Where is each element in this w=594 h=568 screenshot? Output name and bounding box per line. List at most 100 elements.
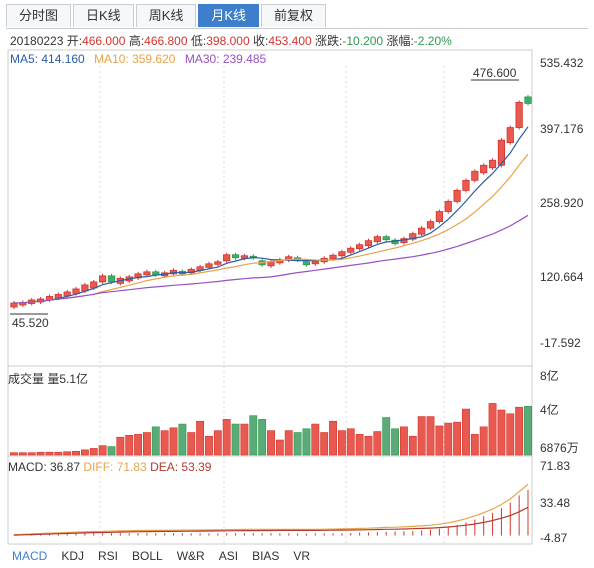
- price-tick-label: -17.592: [540, 336, 581, 350]
- candle-up: [373, 236, 381, 243]
- volume-bar-up: [116, 436, 125, 456]
- volume-bar-up: [80, 449, 89, 456]
- candle-up: [480, 164, 488, 174]
- volume-bar-up: [89, 448, 98, 456]
- macd-panel: [13, 483, 529, 536]
- macd-legend: MACD: 36.87 DIFF: 71.83 DEA: 53.39: [8, 460, 211, 474]
- volume-bar-up: [426, 416, 435, 456]
- volume-bar-up: [320, 432, 329, 456]
- candle-up: [329, 254, 337, 260]
- volume-bar-up: [267, 430, 275, 456]
- price-tick-label: 535.432: [540, 56, 584, 70]
- volume-bar-up: [329, 420, 337, 456]
- candle-up: [435, 211, 443, 222]
- volume-bar-up: [18, 452, 27, 456]
- candle-up: [223, 254, 231, 262]
- volume-bar-up: [187, 432, 196, 456]
- volume-bar-up: [284, 430, 293, 456]
- volume-bar-up: [515, 406, 524, 456]
- volume-bar-up: [470, 434, 479, 456]
- volume-bar-up: [196, 420, 205, 456]
- candle-up: [240, 255, 249, 259]
- indicator-tabs: MACD KDJ RSI BOLL W&R ASI BIAS VR: [12, 549, 324, 563]
- volume-bar-down: [258, 419, 267, 456]
- volume-tick-label: 8亿: [540, 368, 559, 383]
- volume-bar-up: [399, 426, 408, 456]
- volume-label: 成交量 量5.1亿: [8, 372, 89, 386]
- dea-line: [13, 506, 529, 536]
- candle-up: [143, 271, 151, 276]
- volume-bar-up: [435, 425, 444, 456]
- volume-bar-up: [337, 430, 346, 456]
- indicator-tab-boll[interactable]: BOLL: [132, 549, 163, 563]
- volume-bar-up: [72, 450, 80, 456]
- volume-bar-up: [213, 430, 222, 456]
- candle-up: [506, 127, 514, 144]
- price-tick-label: 397.176: [540, 122, 584, 136]
- indicator-tab-macd[interactable]: MACD: [12, 549, 47, 563]
- volume-bar-down: [231, 423, 240, 456]
- candle-up: [515, 102, 523, 128]
- volume-bar-up: [275, 439, 284, 456]
- candle-up: [205, 263, 213, 268]
- indicator-tab-bias[interactable]: BIAS: [252, 549, 279, 563]
- macd-tick-label: 33.48: [540, 496, 570, 510]
- volume-bar-down: [151, 426, 160, 456]
- volume-bar-up: [497, 409, 506, 456]
- volume-bar-up: [462, 408, 470, 456]
- candle-up: [214, 261, 222, 265]
- volume-bar-up: [444, 422, 453, 456]
- volume-bar-down: [391, 428, 399, 456]
- volume-bar-down: [107, 446, 116, 456]
- indicator-tab-vr[interactable]: VR: [293, 549, 310, 563]
- volume-bar-up: [506, 413, 515, 456]
- volume-bar-down: [302, 428, 311, 456]
- candle-up: [356, 244, 364, 250]
- volume-bar-up: [134, 434, 142, 456]
- volume-bar-up: [408, 435, 417, 456]
- volume-bar-up: [205, 435, 213, 456]
- ma10-line: [13, 153, 529, 304]
- volume-bar-down: [293, 432, 302, 456]
- volume-bar-up: [479, 426, 488, 456]
- volume-bar-up: [36, 451, 45, 456]
- volume-bar-up: [160, 430, 169, 456]
- candle-up: [72, 288, 80, 294]
- volume-bar-up: [169, 427, 178, 456]
- kline-chart: 476.600 45.520 535.432 397.176 258.920 120.66…: [7, 49, 584, 545]
- macd-tick-label: -4.87: [540, 531, 568, 545]
- volume-bar-up: [27, 452, 36, 456]
- macd-value: MACD: 36.87: [8, 460, 81, 474]
- indicator-tab-rsi[interactable]: RSI: [98, 549, 118, 563]
- candle-up: [426, 221, 435, 229]
- candle-up: [453, 190, 461, 202]
- price-tick-label: 120.664: [540, 270, 584, 284]
- moving-averages: [13, 126, 529, 304]
- indicator-tab-asi[interactable]: ASI: [219, 549, 238, 563]
- volume-bars: [10, 403, 532, 456]
- diff-value: DIFF: 71.83: [83, 460, 147, 474]
- volume-bar-up: [125, 435, 134, 456]
- indicator-tab-wr[interactable]: W&R: [177, 549, 205, 563]
- indicator-tab-kdj[interactable]: KDJ: [61, 549, 84, 563]
- volume-bar-up: [45, 451, 54, 456]
- candle-down: [231, 254, 240, 259]
- volume-bar-up: [98, 445, 107, 456]
- volume-bar-up: [54, 451, 63, 456]
- volume-bar-down: [524, 405, 532, 456]
- max-price-label: 476.600: [473, 66, 517, 80]
- volume-bar-up: [488, 403, 497, 456]
- macd-tick-label: 71.83: [540, 459, 570, 473]
- volume-bar-up: [373, 431, 382, 456]
- candle-up: [471, 170, 479, 181]
- volume-tick-label: 6876万: [540, 441, 579, 455]
- min-price-label: 45.520: [12, 316, 49, 330]
- candle-up: [338, 251, 346, 257]
- volume-bar-up: [10, 452, 18, 456]
- volume-bar-down: [249, 415, 258, 456]
- volume-bar-up: [453, 421, 462, 456]
- candle-up: [10, 302, 18, 308]
- volume-tick-label: 4亿: [540, 402, 559, 417]
- candle-up: [364, 240, 373, 247]
- candle-up: [347, 247, 355, 253]
